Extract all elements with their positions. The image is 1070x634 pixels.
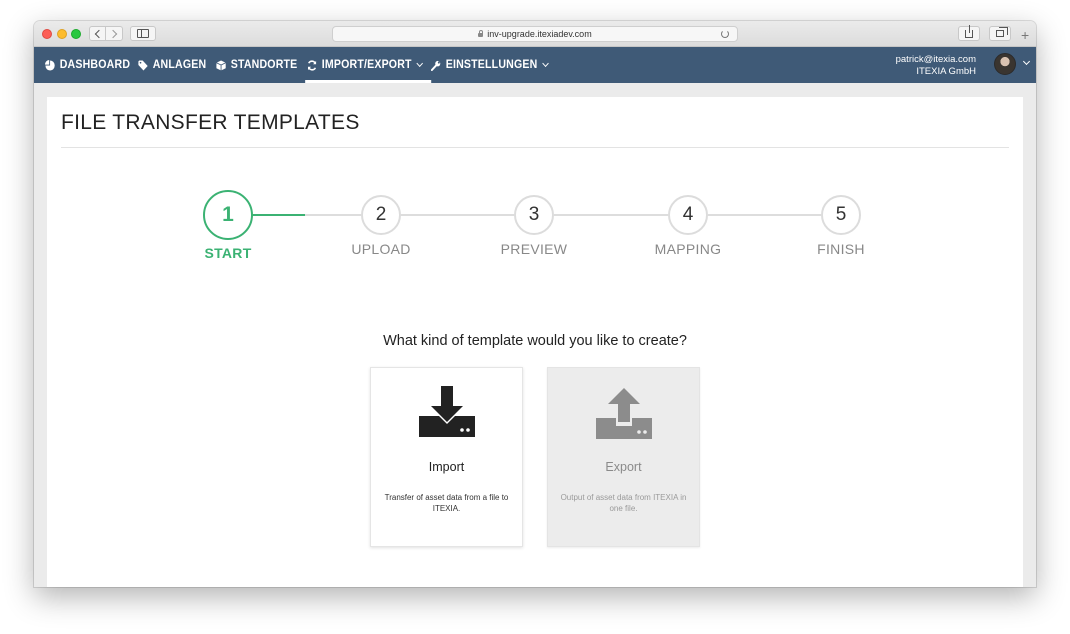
step-connector: [305, 214, 361, 216]
wrench-icon: [431, 60, 441, 71]
nav-item-label: ANLAGEN: [152, 59, 207, 71]
reload-icon[interactable]: [721, 30, 729, 38]
browser-window: inv-upgrade.itexiadev.com + DASHBOARD AN…: [34, 21, 1036, 587]
import-option-card[interactable]: Import Transfer of asset data from a fil…: [370, 367, 523, 547]
step-1-label: START: [204, 245, 252, 261]
sidebar-icon: [137, 29, 149, 38]
sidebar-toggle-button[interactable]: [130, 26, 156, 41]
nav-item-label: EINSTELLUNGEN: [445, 59, 538, 71]
share-icon: [965, 24, 973, 38]
nav-item-label: DASHBOARD: [59, 59, 131, 71]
refresh-icon: [308, 59, 317, 71]
dashboard-icon: [45, 59, 55, 71]
step-3-label: PREVIEW: [500, 241, 568, 257]
nav-item-einstellungen[interactable]: EINSTELLUNGEN: [431, 47, 549, 83]
import-title: Import: [428, 460, 465, 474]
step-2-label: UPLOAD: [351, 241, 411, 257]
chevron-right-icon: [108, 29, 118, 38]
chevron-down-icon: [542, 59, 549, 67]
page-title: FILE TRANSFER TEMPLATES: [61, 111, 360, 134]
step-number: 4: [682, 204, 694, 225]
step-5-label: FINISH: [817, 241, 865, 257]
import-description: Transfer of asset data from a file to IT…: [384, 493, 509, 513]
nav-item-label: IMPORT/EXPORT: [321, 59, 412, 71]
nav-item-anlagen[interactable]: ANLAGEN: [138, 47, 206, 83]
nav-item-dashboard[interactable]: DASHBOARD: [45, 47, 130, 83]
step-connector: [252, 214, 305, 216]
share-button[interactable]: [958, 24, 980, 41]
address-bar[interactable]: inv-upgrade.itexiadev.com: [332, 26, 738, 42]
title-divider: [61, 147, 1009, 148]
avatar[interactable]: [994, 53, 1016, 75]
new-tab-button[interactable]: +: [1021, 28, 1029, 42]
nav-item-label: STANDORTE: [230, 59, 298, 71]
back-button[interactable]: [89, 26, 106, 41]
browser-titlebar: inv-upgrade.itexiadev.com +: [34, 21, 1036, 47]
step-number: 1: [222, 203, 234, 226]
step-5-circle: 5: [821, 195, 861, 235]
chevron-left-icon: [94, 29, 103, 38]
show-tabs-button[interactable]: [989, 26, 1011, 41]
user-company: ITEXIA GmbH: [916, 66, 976, 77]
close-window-button[interactable]: [42, 29, 52, 39]
page-content: FILE TRANSFER TEMPLATES 1 2 3 4 5 START …: [47, 97, 1023, 587]
step-connector: [554, 214, 668, 216]
template-question: What kind of template would you like to …: [383, 333, 687, 349]
export-description: Output of asset data from ITEXIA in one …: [560, 493, 687, 513]
lock-icon: [478, 30, 484, 37]
step-connector: [401, 214, 514, 216]
tabs-icon: [996, 27, 1008, 37]
step-1-circle: 1: [203, 190, 253, 240]
step-number: 5: [835, 204, 847, 225]
main-navigation: DASHBOARD ANLAGEN STANDORTE IMPORT/EXPOR…: [34, 47, 1036, 83]
maximize-window-button[interactable]: [71, 29, 81, 39]
step-number: 3: [528, 204, 540, 225]
step-4-label: MAPPING: [654, 241, 722, 257]
step-number: 2: [375, 204, 387, 225]
step-connector: [708, 214, 821, 216]
nav-item-standorte[interactable]: STANDORTE: [216, 47, 297, 83]
nav-item-import-export[interactable]: IMPORT/EXPORT: [305, 47, 431, 83]
export-option-card[interactable]: Export Output of asset data from ITEXIA …: [547, 367, 700, 547]
user-info[interactable]: patrick@itexia.com ITEXIA GmbH: [896, 54, 976, 78]
tag-icon: [138, 59, 148, 71]
minimize-window-button[interactable]: [57, 29, 67, 39]
download-icon: [419, 386, 475, 437]
forward-button[interactable]: [106, 26, 123, 41]
chevron-down-icon: [416, 59, 423, 67]
url-text: inv-upgrade.itexiadev.com: [487, 29, 592, 39]
step-4-circle: 4: [668, 195, 708, 235]
user-email: patrick@itexia.com: [895, 54, 976, 65]
step-3-circle: 3: [514, 195, 554, 235]
cube-icon: [216, 59, 226, 71]
upload-icon: [596, 388, 652, 439]
step-2-circle: 2: [361, 195, 401, 235]
export-title: Export: [605, 460, 642, 474]
